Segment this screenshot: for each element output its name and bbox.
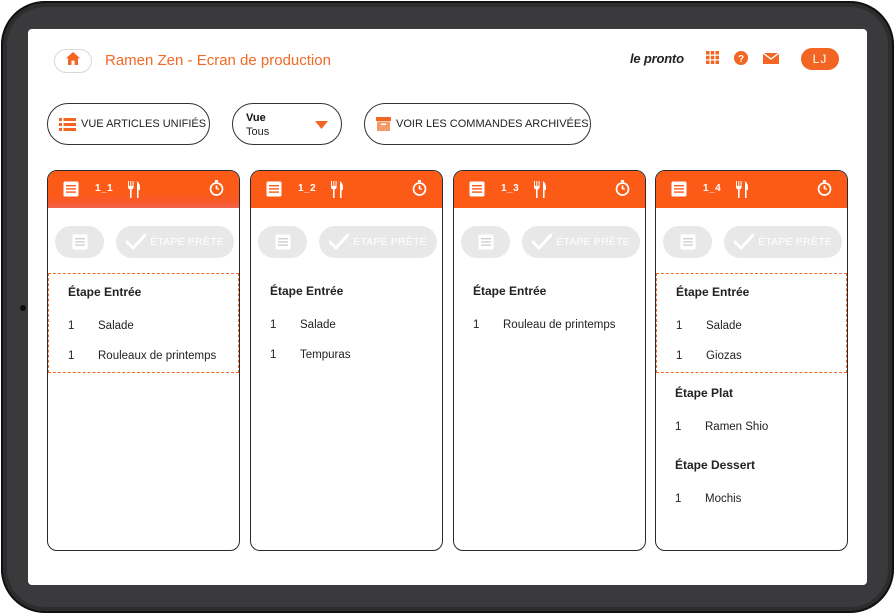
home-button[interactable] — [54, 49, 92, 73]
ticket-button[interactable] — [55, 226, 104, 258]
order-card: 1_2 ÉTAPE PRÊTE Étape Entrée 1 Salade 1 Tempur… — [250, 170, 443, 551]
item-name: Salade — [300, 319, 336, 331]
help-icon: ? — [734, 50, 748, 70]
stage-block[interactable]: Étape Entrée 1 Salade 1 Rouleaux de printemp… — [48, 273, 239, 373]
ticket-icon — [478, 234, 494, 250]
view-select[interactable]: Vue Tous — [232, 103, 342, 145]
ticket-icon — [680, 234, 696, 250]
ticket-icon — [72, 234, 88, 250]
order-number: 1_1 — [95, 183, 114, 194]
user-avatar-button[interactable]: LJ — [801, 48, 839, 70]
timer-icon[interactable] — [615, 180, 630, 201]
order-card: 1_4 ÉTAPE PRÊTE Étape Entrée 1 Salade 1 Giozas… — [655, 170, 848, 551]
item-quantity: 1 — [675, 421, 682, 433]
timer-icon[interactable] — [817, 180, 832, 201]
order-card: 1_1 ÉTAPE PRÊTE Étape Entrée 1 Salade 1 Roulea… — [47, 170, 240, 551]
home-icon — [66, 52, 80, 70]
item-name: Giozas — [706, 350, 742, 362]
stage-block[interactable]: Étape Dessert 1 Mochis — [656, 447, 847, 517]
item-quantity: 1 — [270, 349, 277, 361]
list-icon — [59, 117, 76, 131]
brand-text: le pronto — [630, 51, 684, 66]
stage-title: Étape Entrée — [676, 285, 750, 299]
stage-title: Étape Plat — [675, 386, 734, 400]
ticket-icon — [266, 181, 282, 202]
item-name: Mochis — [705, 493, 742, 505]
stage-ready-button[interactable]: ÉTAPE PRÊTE — [522, 226, 640, 258]
archive-box-icon — [376, 117, 391, 131]
ticket-icon — [671, 181, 687, 202]
unified-items-label: VUE ARTICLES UNIFIÉS — [81, 118, 207, 130]
stage-ready-label: ÉTAPE PRÊTE — [353, 236, 427, 248]
item-quantity: 1 — [676, 320, 683, 332]
cutlery-icon — [534, 181, 547, 203]
ticket-icon — [469, 181, 485, 202]
order-number: 1_4 — [703, 183, 722, 194]
order-card-header: 1_1 — [48, 171, 239, 208]
check-icon — [532, 234, 553, 250]
stage-title: Étape Entrée — [270, 284, 344, 298]
item-quantity: 1 — [675, 493, 682, 505]
stage-ready-button[interactable]: ÉTAPE PRÊTE — [724, 226, 842, 258]
order-card-header: 1_4 — [656, 171, 847, 208]
stage-block[interactable]: Étape Entrée 1 Salade 1 Tempuras — [251, 273, 442, 373]
stage-ready-button[interactable]: ÉTAPE PRÊTE — [319, 226, 437, 258]
item-quantity: 1 — [68, 350, 75, 362]
mail-button[interactable] — [762, 51, 780, 69]
cutlery-icon — [736, 181, 749, 203]
stage-block[interactable]: Étape Plat 1 Ramen Shio — [656, 375, 847, 445]
stage-title: Étape Dessert — [675, 458, 756, 472]
ticket-button[interactable] — [461, 226, 510, 258]
ticket-button[interactable] — [258, 226, 307, 258]
ticket-icon — [63, 181, 79, 202]
item-name: Salade — [98, 320, 134, 332]
grid-icon — [705, 51, 719, 69]
ticket-icon — [275, 234, 291, 250]
item-name: Tempuras — [300, 349, 351, 361]
screen: Ramen Zen - Ecran de production le pront… — [28, 29, 867, 585]
check-icon — [329, 234, 350, 250]
mail-icon — [762, 51, 780, 69]
item-name: Rouleau de printemps — [503, 319, 616, 331]
chevron-down-icon — [315, 121, 328, 129]
item-quantity: 1 — [473, 319, 480, 331]
timer-icon[interactable] — [209, 180, 224, 201]
item-quantity: 1 — [676, 350, 683, 362]
view-select-value: Tous — [246, 126, 270, 138]
cutlery-icon — [331, 181, 344, 203]
ticket-button[interactable] — [663, 226, 712, 258]
timer-icon[interactable] — [412, 180, 427, 201]
camera-dot — [20, 305, 26, 311]
order-number: 1_2 — [298, 183, 317, 194]
archived-orders-label: VOIR LES COMMANDES ARCHIVÉES — [396, 118, 589, 130]
item-name: Rouleaux de printemps — [98, 350, 217, 362]
stage-ready-label: ÉTAPE PRÊTE — [758, 236, 832, 248]
brand-logo: le pronto — [630, 51, 684, 66]
page-title: Ramen Zen - Ecran de production — [105, 52, 331, 69]
grid-menu-button[interactable] — [703, 51, 721, 69]
check-icon — [734, 234, 755, 250]
item-name: Ramen Shio — [705, 421, 769, 433]
stage-title: Étape Entrée — [473, 284, 547, 298]
stage-block[interactable]: Étape Entrée 1 Rouleau de printemps — [454, 273, 645, 343]
item-quantity: 1 — [68, 320, 75, 332]
unified-items-button[interactable]: VUE ARTICLES UNIFIÉS — [47, 103, 210, 145]
cutlery-icon — [128, 181, 141, 203]
order-card-header: 1_2 — [251, 171, 442, 208]
stage-ready-label: ÉTAPE PRÊTE — [556, 236, 630, 248]
archived-orders-button[interactable]: VOIR LES COMMANDES ARCHIVÉES — [364, 103, 591, 145]
item-name: Salade — [706, 320, 742, 332]
check-icon — [126, 234, 147, 250]
item-quantity: 1 — [270, 319, 277, 331]
help-button[interactable]: ? — [732, 50, 750, 70]
svg-text:?: ? — [738, 54, 744, 65]
stage-ready-button[interactable]: ÉTAPE PRÊTE — [116, 226, 234, 258]
stage-ready-label: ÉTAPE PRÊTE — [150, 236, 224, 248]
order-card: 1_3 ÉTAPE PRÊTE Étape Entrée 1 Rouleau de pr… — [453, 170, 646, 551]
order-number: 1_3 — [501, 183, 520, 194]
view-select-title: Vue — [246, 112, 266, 124]
order-card-header: 1_3 — [454, 171, 645, 208]
stage-title: Étape Entrée — [68, 285, 142, 299]
stage-block[interactable]: Étape Entrée 1 Salade 1 Giozas — [656, 273, 847, 373]
